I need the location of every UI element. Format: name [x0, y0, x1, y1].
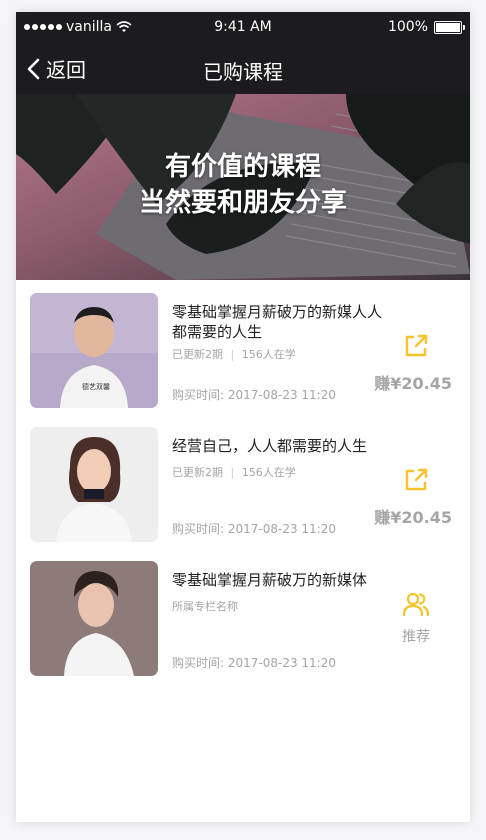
course-item[interactable]: 零基础掌握月薪破万的新媒体 所属专栏名称 购买时间: 2017-08-23 11…	[16, 548, 470, 682]
update-count: 已更新2期	[172, 348, 223, 361]
course-title: 零基础掌握月薪破万的新媒人人都需要的人生	[172, 303, 383, 341]
course-title: 经营自己，人人都需要的人生	[172, 437, 368, 455]
purchase-time: 购买时间: 2017-08-23 11:20	[172, 522, 336, 536]
course-item[interactable]: 德艺双馨 零基础掌握月薪破万的新媒人人都需要的人生 已更新2期 | 156人在学…	[16, 280, 470, 414]
course-thumbnail	[30, 427, 158, 542]
recommend-label[interactable]: 推荐	[402, 626, 430, 646]
course-title: 零基础掌握月薪破万的新媒体	[172, 571, 368, 589]
phone-screen: vanilla 9:41 AM 100% 返回 已购课程 有价值的课程 当然要和…	[16, 12, 470, 822]
earn-amount[interactable]: 赚¥20.45	[374, 370, 452, 394]
learner-count: 156人在学	[241, 348, 296, 361]
status-bar: vanilla 9:41 AM 100%	[16, 12, 470, 42]
column-name: 所属专栏名称	[172, 600, 238, 613]
banner-line-1: 有价值的课程	[164, 152, 321, 182]
course-meta: 已更新2期 | 156人在学	[172, 348, 296, 361]
banner-text: 有价值的课程 当然要和朋友分享	[16, 149, 470, 221]
svg-text:德艺双馨: 德艺双馨	[82, 382, 110, 391]
battery-percent: 100%	[387, 19, 428, 35]
banner-line-2: 当然要和朋友分享	[138, 188, 347, 218]
course-thumbnail	[30, 561, 158, 676]
purchase-time: 购买时间: 2017-08-23 11:20	[172, 656, 336, 670]
status-right: 100%	[387, 19, 465, 35]
page-title: 已购课程	[203, 60, 283, 84]
course-meta: 已更新2期 | 156人在学	[172, 466, 296, 479]
course-item[interactable]: 经营自己，人人都需要的人生 已更新2期 | 156人在学 购买时间: 2017-…	[16, 414, 470, 548]
learner-count: 156人在学	[241, 466, 296, 479]
update-count: 已更新2期	[172, 466, 223, 479]
course-meta: 所属专栏名称	[172, 598, 238, 614]
battery-icon	[434, 20, 465, 34]
nav-bar: 返回 已购课程	[16, 42, 470, 94]
share-icon[interactable]	[402, 332, 430, 360]
promo-banner[interactable]: 有价值的课程 当然要和朋友分享	[16, 94, 470, 280]
course-thumbnail: 德艺双馨	[30, 293, 158, 408]
purchase-time: 购买时间: 2017-08-23 11:20	[172, 388, 336, 402]
users-icon[interactable]	[402, 590, 430, 618]
share-icon[interactable]	[402, 466, 430, 494]
earn-amount[interactable]: 赚¥20.45	[374, 504, 452, 528]
